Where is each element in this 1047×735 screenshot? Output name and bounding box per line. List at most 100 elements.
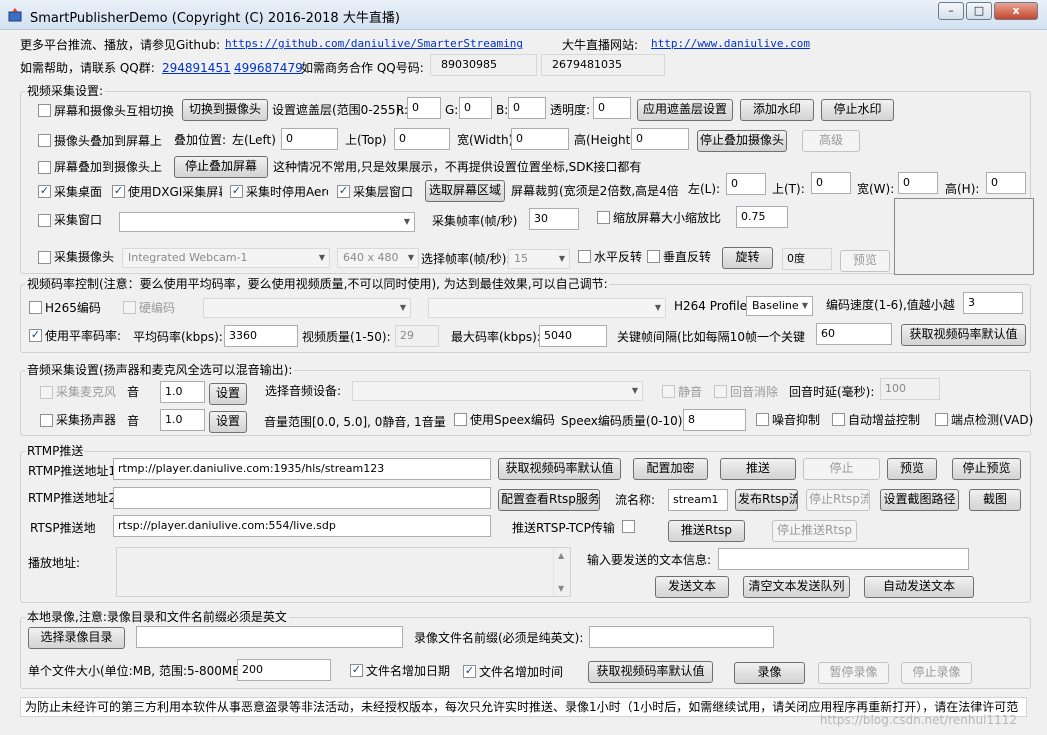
github-link[interactable]: https://github.com/daniulive/SmarterStre… [225, 36, 523, 52]
top-input[interactable]: 0 [394, 128, 450, 150]
pause-record-button[interactable]: 暂停录像 [818, 662, 889, 684]
capture-layered-checkbox[interactable]: ✓ [337, 185, 350, 198]
echo-delay-input[interactable]: 100 [880, 378, 940, 400]
hw-encoder-select[interactable]: ▼ [203, 298, 411, 318]
switch-checkbox[interactable] [38, 104, 51, 117]
noise-suppress-checkbox[interactable] [756, 413, 769, 426]
hw-encode-checkbox[interactable] [123, 301, 136, 314]
speex-checkbox[interactable] [454, 413, 467, 426]
avg-bitrate-input[interactable]: 3360 [224, 325, 298, 347]
capture-speaker-checkbox[interactable] [40, 414, 53, 427]
camera-overlay-checkbox[interactable] [38, 134, 51, 147]
scale-checkbox[interactable] [597, 211, 610, 224]
switch-to-camera-button[interactable]: 切换到摄像头 [182, 99, 268, 121]
h-flip-checkbox[interactable] [578, 250, 591, 263]
qq-group-link-2[interactable]: 499687479 [234, 60, 303, 76]
play-url-textarea[interactable]: ▲ ▼ [116, 547, 571, 597]
mute-checkbox[interactable] [662, 385, 675, 398]
stop-rtsp-button[interactable]: 停止Rtsp流 [806, 489, 870, 511]
snapshot-button[interactable]: 截图 [969, 489, 1021, 511]
record-prefix-input[interactable] [589, 626, 774, 648]
use-dxgi-checkbox[interactable]: ✓ [112, 185, 125, 198]
v-flip-checkbox[interactable] [647, 250, 660, 263]
capture-camera-checkbox[interactable] [38, 251, 51, 264]
rtsp-url-input[interactable]: rtsp://player.daniulive.com:554/live.sdp [113, 515, 491, 537]
stop-preview-button[interactable]: 停止预览 [952, 458, 1021, 480]
vad-checkbox[interactable] [935, 413, 948, 426]
agc-checkbox[interactable] [832, 413, 845, 426]
add-time-checkbox[interactable]: ✓ [463, 665, 476, 678]
maximize-button[interactable]: □ [966, 2, 992, 20]
scale-input[interactable]: 0.75 [736, 206, 788, 228]
record-button[interactable]: 录像 [734, 662, 805, 684]
hw-device-select[interactable]: ▼ [428, 298, 666, 318]
send-text-button[interactable]: 发送文本 [655, 576, 729, 598]
stop-push-button[interactable]: 停止 [803, 458, 880, 480]
file-size-input[interactable]: 200 [237, 659, 331, 681]
close-button[interactable]: x [994, 2, 1038, 20]
speaker-volume-input[interactable]: 1.0 [160, 409, 205, 431]
scrollbar[interactable]: ▲ ▼ [553, 548, 570, 596]
speex-quality-input[interactable]: 8 [683, 409, 746, 431]
fps-input[interactable]: 30 [529, 208, 579, 230]
clear-text-queue-button[interactable]: 清空文本发送队列 [743, 576, 850, 598]
add-watermark-button[interactable]: 添加水印 [740, 99, 814, 121]
rotate-button[interactable]: 旋转 [722, 247, 773, 269]
title-bar[interactable]: SmartPublisherDemo (Copyright (C) 2016-2… [0, 0, 1047, 30]
capture-desktop-checkbox[interactable]: ✓ [38, 185, 51, 198]
speed-input[interactable]: 3 [963, 292, 1023, 314]
qq-group-link-1[interactable]: 294891451 [162, 60, 231, 76]
camera-preview-button[interactable]: 预览 [840, 250, 890, 272]
window-select[interactable]: ▼ [119, 212, 415, 232]
crop-t-input[interactable]: 0 [811, 172, 851, 194]
advanced-button[interactable]: 高级 [802, 130, 860, 152]
stream-name-input[interactable]: stream1 [668, 489, 728, 511]
rtmp-url2-input[interactable] [113, 487, 491, 509]
stop-camera-overlay-button[interactable]: 停止叠加摄像头 [697, 130, 787, 152]
h264-profile-select[interactable]: Baseline ▼ [746, 296, 813, 316]
rtsp-service-button[interactable]: 配置查看Rtsp服务 [498, 489, 600, 511]
snapshot-path-button[interactable]: 设置截图路径 [880, 489, 959, 511]
stop-watermark-button[interactable]: 停止水印 [821, 99, 894, 121]
record-default-bitrate-button[interactable]: 获取视频码率默认值 [588, 661, 713, 683]
disable-aero-checkbox[interactable]: ✓ [230, 185, 243, 198]
echo-cancel-checkbox[interactable] [714, 385, 727, 398]
config-encrypt-button[interactable]: 配置加密 [633, 458, 708, 480]
speaker-set-button[interactable]: 设置 [209, 411, 247, 433]
push-rtsp-button[interactable]: 推送Rtsp [668, 520, 745, 542]
b-input[interactable]: 0 [508, 97, 546, 119]
capture-window-checkbox[interactable] [38, 214, 51, 227]
crop-w-input[interactable]: 0 [898, 172, 938, 194]
rtmp-default-bitrate-button[interactable]: 获取视频码率默认值 [498, 458, 621, 480]
left-input[interactable]: 0 [281, 128, 338, 150]
minimize-button[interactable]: – [938, 2, 964, 20]
stop-screen-overlay-button[interactable]: 停止叠加屏幕 [174, 156, 268, 178]
height-input[interactable]: 0 [631, 128, 689, 150]
screen-overlay-checkbox[interactable] [38, 161, 51, 174]
g-input[interactable]: 0 [459, 97, 492, 119]
rtmp-preview-button[interactable]: 预览 [887, 458, 937, 480]
text-msg-input[interactable] [718, 548, 969, 570]
publish-rtsp-button[interactable]: 发布Rtsp流 [735, 489, 798, 511]
r-input[interactable]: 0 [407, 97, 441, 119]
scroll-up-icon[interactable]: ▲ [558, 551, 564, 560]
select-region-button[interactable]: 选取屏幕区域 [425, 180, 505, 202]
max-bitrate-input[interactable]: 5040 [539, 325, 607, 347]
resolution-select[interactable]: 640 x 480 ▼ [337, 248, 419, 268]
apply-mask-button[interactable]: 应用遮盖层设置 [637, 99, 733, 121]
default-bitrate-button[interactable]: 获取视频码率默认值 [901, 324, 1026, 346]
width-input[interactable]: 0 [511, 128, 569, 150]
capture-mic-checkbox[interactable] [40, 386, 53, 399]
audio-device-select[interactable]: ▼ [352, 381, 643, 401]
rtsp-tcp-checkbox[interactable] [622, 520, 635, 533]
auto-send-text-button[interactable]: 自动发送文本 [864, 576, 974, 598]
alpha-input[interactable]: 0 [593, 97, 631, 119]
crop-h-input[interactable]: 0 [986, 172, 1026, 194]
mic-volume-input[interactable]: 1.0 [160, 381, 205, 403]
stop-push-rtsp-button[interactable]: 停止推送Rtsp [772, 520, 857, 542]
keyframe-input[interactable]: 60 [816, 323, 892, 345]
site-link[interactable]: http://www.daniulive.com [651, 36, 810, 52]
mic-set-button[interactable]: 设置 [209, 383, 247, 405]
stop-record-button[interactable]: 停止录像 [901, 662, 972, 684]
scroll-down-icon[interactable]: ▼ [558, 584, 564, 593]
